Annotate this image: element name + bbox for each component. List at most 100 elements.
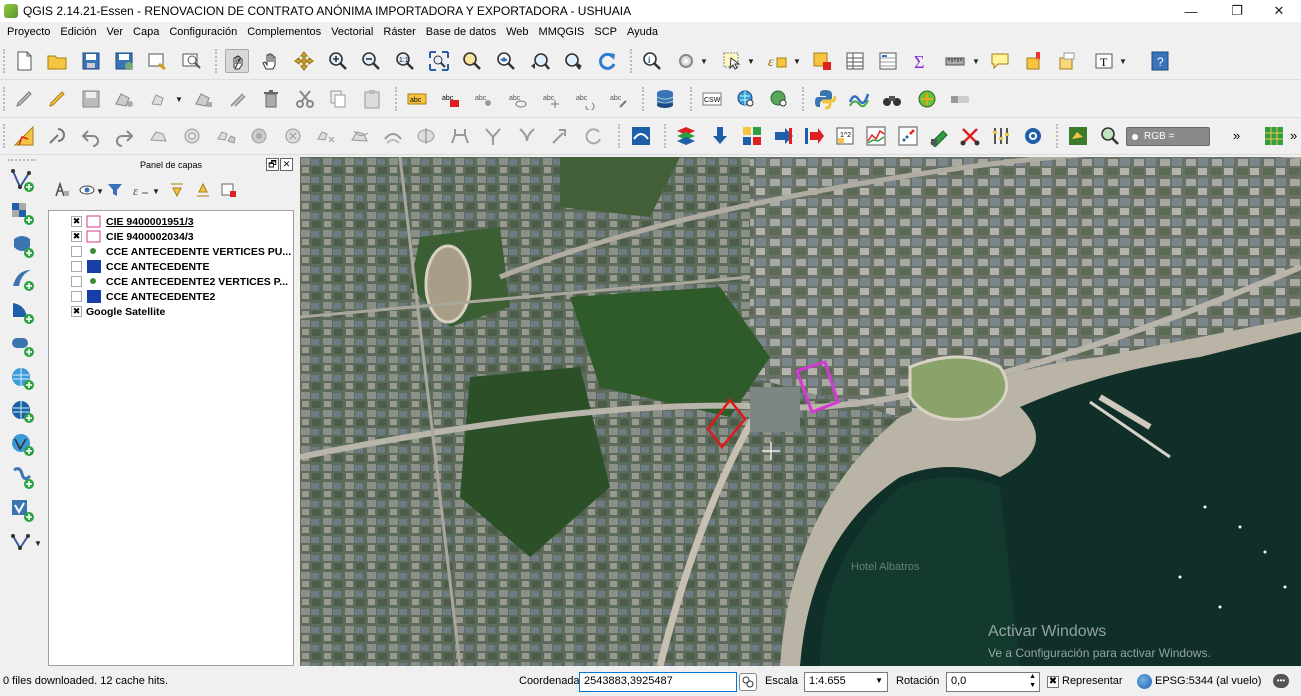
menu-raster[interactable]: Ráster [378,26,420,38]
scale-combobox[interactable]: 1:4.655 ▼ [804,672,888,692]
toolbar-grip[interactable] [8,159,36,163]
chevron-down-icon[interactable]: ▼ [34,539,42,548]
layer-visibility-checkbox[interactable] [71,276,82,287]
toolbar-grip[interactable] [3,49,7,73]
toggle-editing-icon[interactable] [45,87,69,111]
rotate-symbols-icon[interactable] [548,124,572,148]
toolbar-grip[interactable] [802,87,806,111]
toolbar-grip[interactable] [3,124,7,148]
fill-ring-icon[interactable] [247,124,271,148]
add-wms-layer-icon[interactable] [8,364,36,392]
menu-edicion[interactable]: Edición [55,26,101,38]
chevron-down-icon[interactable]: ▼ [175,95,183,104]
menu-configuracion[interactable]: Configuración [164,26,242,38]
chevron-down-icon[interactable]: ▼ [700,57,708,66]
messages-icon[interactable]: ••• [1273,674,1289,688]
menu-ayuda[interactable]: Ayuda [622,26,663,38]
add-oracle-layer-icon[interactable] [8,331,36,359]
spin-down-icon[interactable]: ▼ [1029,682,1036,689]
delete-selected-icon[interactable] [259,87,283,111]
menu-capa[interactable]: Capa [128,26,164,38]
toolbar-grip[interactable] [1056,124,1060,148]
select-by-expression-icon[interactable]: ε [765,49,789,73]
zoom-native-icon[interactable]: 1:1 [393,49,417,73]
web-search-icon[interactable] [767,87,791,111]
field-calculator-icon[interactable] [876,49,900,73]
layer-item[interactable]: CCE ANTECEDENTE2 [71,289,315,304]
zoom-full-icon[interactable] [427,49,451,73]
add-spatialite-layer-icon[interactable] [8,265,36,293]
add-virtual-layer-icon[interactable] [8,496,36,524]
layer-visibility-checkbox[interactable] [71,216,82,227]
move-feature-icon[interactable] [147,87,171,111]
spectral-plot-icon[interactable] [864,124,888,148]
processing-icon[interactable] [847,87,871,111]
move-label-icon[interactable]: abc [540,87,564,111]
change-label-icon[interactable]: abc [607,87,631,111]
zoom-next-icon[interactable] [561,49,585,73]
add-postgis-layer-icon[interactable] [8,232,36,260]
toolbar-overflow-button[interactable]: » [1233,128,1240,143]
table-grid-icon[interactable] [1262,124,1286,148]
toggle-switch-icon[interactable] [948,87,972,111]
toolbar-overflow-button[interactable]: » [1290,128,1297,143]
add-wcs-layer-icon[interactable] [8,397,36,425]
statistical-summary-icon[interactable]: Σ [910,49,934,73]
remove-layer-icon[interactable] [218,179,240,201]
add-feature-icon[interactable] [112,87,136,111]
metasearch-icon[interactable] [734,87,758,111]
rgb-combobox[interactable]: RGB = [1126,127,1210,146]
toolbar-grip[interactable] [215,49,219,73]
pan-to-selection-icon[interactable] [292,49,316,73]
menu-base-de-datos[interactable]: Base de datos [421,26,501,38]
tools-scissors-icon[interactable] [958,124,982,148]
render-checkbox[interactable]: ✖ [1047,676,1059,688]
cad-tools-icon[interactable] [12,124,36,148]
pan-hand-icon[interactable] [258,49,282,73]
deselect-features-icon[interactable] [810,49,834,73]
pan-map-icon[interactable] [225,49,249,73]
reshape-features-icon[interactable] [348,124,372,148]
add-mssql-layer-icon[interactable] [8,298,36,326]
layer-visibility-checkbox[interactable] [71,291,82,302]
menu-ver[interactable]: Ver [102,26,129,38]
offset-curve-icon[interactable] [226,87,250,111]
copy-features-icon[interactable] [326,87,350,111]
run-action-icon[interactable] [674,49,698,73]
map-canvas[interactable]: Hotel Albatros Activar Windows Ve a Conf… [300,157,1301,666]
show-bookmarks-icon[interactable] [1055,49,1079,73]
identify-features-icon[interactable]: i [640,49,664,73]
menu-mmqgis[interactable]: MMQGIS [534,26,590,38]
paste-features-icon[interactable] [360,87,384,111]
manage-visibility-icon[interactable] [76,179,98,201]
toolbar-grip[interactable] [690,87,694,111]
rotate-feature-icon[interactable] [582,124,606,148]
select-features-icon[interactable] [720,49,744,73]
merge-features-icon[interactable] [481,124,505,148]
crs-status[interactable]: EPSG:5344 (al vuelo) [1155,675,1261,687]
layer-item[interactable]: CIE 9400002034/3 [71,229,315,244]
close-button[interactable]: ✕ [1256,0,1301,22]
zoom-in-icon[interactable] [326,49,350,73]
layer-visibility-checkbox[interactable] [71,231,82,242]
band-processing-icon[interactable] [772,124,796,148]
toggle-extents-icon[interactable] [739,673,757,691]
maximize-button[interactable]: ❐ [1214,0,1260,22]
roi-tools-icon[interactable] [927,124,951,148]
toolbar-grip[interactable] [642,87,646,111]
binoculars-icon[interactable] [880,87,904,111]
chevron-down-icon[interactable]: ▼ [793,57,801,66]
preprocessing-icon[interactable] [740,124,764,148]
toolbar-grip[interactable] [618,124,622,148]
offset-curve2-icon[interactable] [381,124,405,148]
new-print-composer-icon[interactable] [145,49,169,73]
redo-icon[interactable] [112,124,136,148]
grass-tools-icon[interactable] [915,87,939,111]
menu-vectorial[interactable]: Vectorial [326,26,378,38]
delete-part-icon[interactable] [314,124,338,148]
layer-item[interactable]: Google Satellite [71,304,315,319]
menu-scp[interactable]: SCP [589,26,622,38]
chevron-down-icon[interactable]: ▼ [152,187,160,196]
zoom-out-icon[interactable] [359,49,383,73]
zoom-roi-icon[interactable] [1098,124,1122,148]
